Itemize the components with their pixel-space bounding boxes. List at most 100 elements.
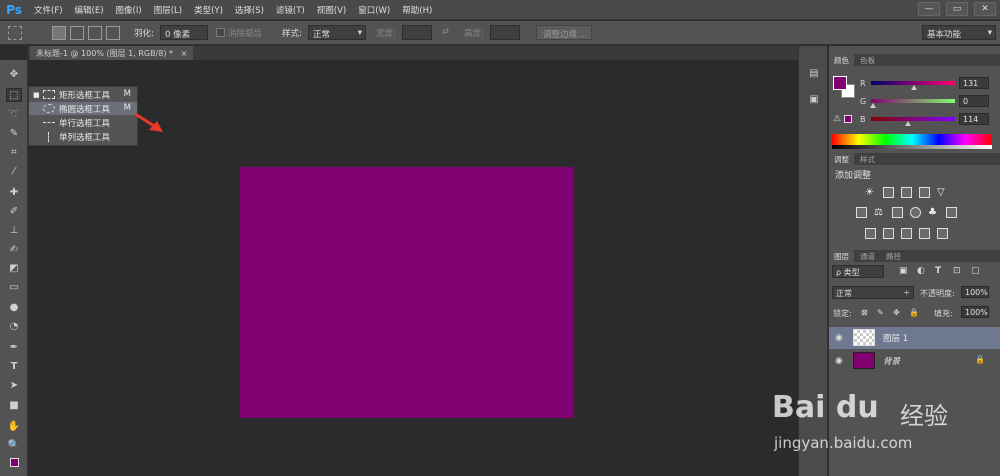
document-tab[interactable]: 未标题-1 @ 100% (图层 1, RGB/8) * × — [30, 46, 194, 60]
tab-paths[interactable]: 路径 — [881, 250, 906, 262]
gradient-map-icon[interactable] — [937, 228, 948, 239]
add-to-selection-icon[interactable] — [70, 26, 84, 40]
close-button[interactable]: ✕ — [974, 2, 996, 16]
b-slider[interactable] — [871, 117, 955, 121]
rectangle-tool-icon[interactable]: ■ — [6, 399, 22, 413]
width-input[interactable] — [402, 25, 432, 40]
fill-input[interactable]: 100% — [961, 306, 989, 318]
menu-file[interactable]: 文件(F) — [28, 4, 69, 16]
b-value-input[interactable]: 114 — [959, 113, 989, 125]
black-white-icon[interactable] — [892, 207, 903, 218]
opacity-input[interactable]: 100% — [961, 286, 989, 298]
maximize-button[interactable]: ▭ — [946, 2, 968, 16]
layer-row-background[interactable]: ◉ 背景 🔒 — [829, 350, 1000, 372]
lock-all-icon[interactable]: 🔒 — [909, 308, 919, 317]
tab-adjustments[interactable]: 调整 — [829, 153, 854, 165]
tab-styles[interactable]: 样式 — [855, 153, 880, 165]
filter-shape-icon[interactable]: ⊡ — [953, 266, 961, 276]
dodge-tool-icon[interactable]: ◔ — [6, 320, 22, 334]
warning-icon[interactable]: ⚠ — [833, 114, 841, 124]
exposure-icon[interactable] — [919, 187, 930, 198]
style-select[interactable]: 正常 ▾ — [308, 25, 366, 40]
gamut-swatch[interactable] — [844, 115, 852, 123]
g-slider[interactable] — [871, 99, 955, 103]
menu-view[interactable]: 视图(V) — [311, 4, 352, 16]
selective-color-icon[interactable] — [919, 228, 930, 239]
subtract-from-selection-icon[interactable] — [88, 26, 102, 40]
eraser-tool-icon[interactable]: ◩ — [6, 262, 22, 276]
tab-layers[interactable]: 图层 — [829, 250, 854, 262]
minimize-button[interactable]: — — [918, 2, 940, 16]
history-panel-icon[interactable]: ▤ — [807, 68, 821, 82]
tab-color[interactable]: 颜色 — [829, 54, 854, 66]
marquee-tool-preset-icon[interactable] — [8, 26, 22, 40]
antialias-checkbox[interactable] — [216, 28, 225, 37]
r-slider-thumb[interactable] — [911, 85, 917, 90]
layer-name[interactable]: 图层 1 — [883, 332, 908, 344]
healing-brush-tool-icon[interactable]: ✚ — [6, 186, 22, 200]
swap-icon[interactable]: ⇄ — [442, 27, 449, 37]
menu-edit[interactable]: 编辑(E) — [69, 4, 110, 16]
intersect-selection-icon[interactable] — [106, 26, 120, 40]
flyout-item-single-column-marquee[interactable]: 单列选框工具 — [29, 130, 137, 143]
flyout-item-rectangular-marquee[interactable]: ■ 矩形选框工具 M — [29, 88, 137, 101]
lock-image-icon[interactable]: ✎ — [877, 308, 884, 317]
blend-mode-select[interactable]: 正常 ÷ — [832, 286, 914, 299]
visibility-eye-icon[interactable]: ◉ — [835, 333, 843, 343]
visibility-eye-icon[interactable]: ◉ — [835, 356, 843, 366]
flyout-item-single-row-marquee[interactable]: 单行选框工具 — [29, 116, 137, 129]
eyedropper-tool-icon[interactable]: ⁄ — [6, 165, 22, 179]
menu-image[interactable]: 图像(I) — [110, 4, 148, 16]
lasso-tool-icon[interactable]: ➰ — [6, 108, 22, 122]
menu-help[interactable]: 帮助(H) — [396, 4, 438, 16]
type-tool-icon[interactable]: T — [6, 360, 22, 374]
refine-edge-button[interactable]: 调整边缘... — [536, 25, 593, 40]
marquee-tool-icon[interactable]: ⬚ — [6, 88, 22, 102]
zoom-tool-icon[interactable]: 🔍 — [6, 439, 22, 453]
tab-swatches[interactable]: 色板 — [855, 54, 880, 66]
foreground-color-swatch[interactable] — [833, 76, 847, 90]
quick-selection-tool-icon[interactable]: ✎ — [6, 127, 22, 141]
layer-name[interactable]: 背景 — [883, 355, 900, 367]
g-value-input[interactable]: 0 — [959, 95, 989, 107]
lock-position-icon[interactable]: ✥ — [893, 308, 900, 317]
close-tab-icon[interactable]: × — [181, 49, 188, 58]
feather-input[interactable]: 0 像素 — [160, 25, 208, 40]
blur-tool-icon[interactable]: ● — [6, 301, 22, 315]
layer-row-layer1[interactable]: ◉ 图层 1 — [829, 327, 1000, 349]
history-brush-tool-icon[interactable]: ✍ — [6, 243, 22, 257]
document-canvas[interactable] — [240, 167, 574, 418]
gradient-tool-icon[interactable]: ▭ — [6, 281, 22, 295]
menu-select[interactable]: 选择(S) — [229, 4, 270, 16]
tab-channels[interactable]: 通道 — [855, 250, 880, 262]
new-selection-icon[interactable] — [52, 26, 66, 40]
menu-filter[interactable]: 滤镜(T) — [270, 4, 311, 16]
brush-tool-icon[interactable]: ✐ — [6, 205, 22, 219]
invert-icon[interactable] — [865, 228, 876, 239]
channel-mixer-icon[interactable]: ♣ — [928, 207, 939, 218]
vibrance-icon[interactable]: ▽ — [937, 187, 948, 198]
grayscale-ramp[interactable] — [832, 145, 992, 149]
flyout-item-elliptical-marquee[interactable]: 椭圆选框工具 M — [29, 102, 137, 115]
r-value-input[interactable]: 131 — [959, 77, 989, 89]
filter-type-icon[interactable]: T — [935, 266, 941, 276]
filter-adjustment-icon[interactable]: ◐ — [917, 266, 925, 276]
curves-icon[interactable] — [901, 187, 912, 198]
color-spectrum-bar[interactable] — [832, 134, 992, 145]
move-tool-icon[interactable]: ✥ — [6, 68, 22, 82]
b-slider-thumb[interactable] — [905, 121, 911, 126]
lock-transparent-icon[interactable]: ⊠ — [861, 308, 868, 317]
menu-type[interactable]: 类型(Y) — [188, 4, 229, 16]
color-balance-icon[interactable]: ⚖ — [874, 207, 885, 218]
pen-tool-icon[interactable]: ✒ — [6, 341, 22, 355]
height-input[interactable] — [490, 25, 520, 40]
brightness-icon[interactable]: ☀ — [865, 187, 876, 198]
clone-stamp-tool-icon[interactable]: ⊥ — [6, 224, 22, 238]
layer-filter-select[interactable]: ρ 类型 — [832, 265, 884, 278]
g-slider-thumb[interactable] — [870, 103, 876, 108]
filter-pixel-icon[interactable]: ▣ — [899, 266, 908, 276]
hand-tool-icon[interactable]: ✋ — [6, 420, 22, 434]
levels-icon[interactable] — [883, 187, 894, 198]
menu-layer[interactable]: 图层(L) — [148, 4, 188, 16]
photo-filter-icon[interactable] — [910, 207, 921, 218]
